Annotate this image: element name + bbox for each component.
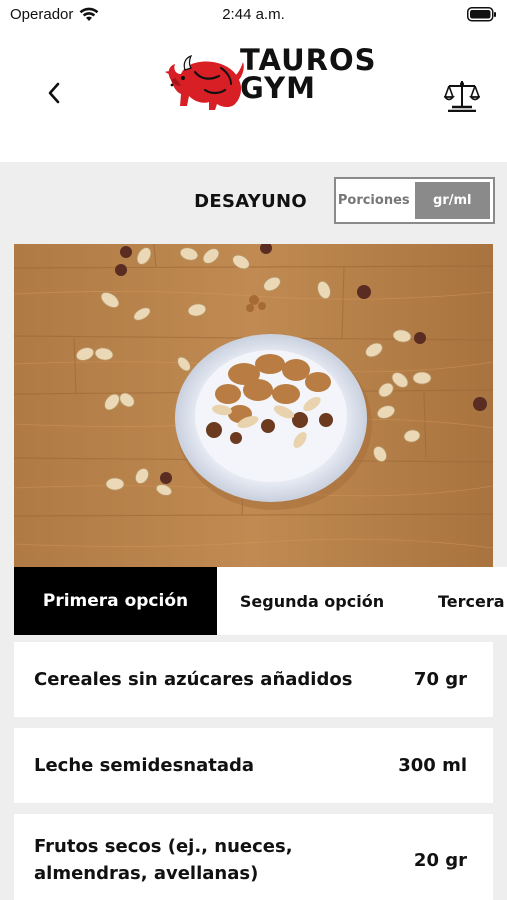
food-item-name: Cereales sin azúcares añadidos <box>34 669 353 690</box>
tauros-gym-logo: TAUROS GYM <box>165 42 376 122</box>
logo-line-gym: GYM <box>240 71 317 105</box>
scale-button[interactable] <box>443 78 481 113</box>
status-bar: Operador 2:44 a.m. <box>0 0 507 32</box>
status-time: 2:44 a.m. <box>222 6 285 23</box>
battery-icon <box>467 7 497 26</box>
food-item-name: Leche semidesnatada <box>34 755 255 776</box>
meal-content: DESAYUNO Porciones gr/ml Primera opción … <box>0 162 507 900</box>
balance-scale-icon <box>443 81 481 113</box>
meal-title: DESAYUNO <box>194 191 307 212</box>
bull-icon <box>165 54 244 110</box>
food-item: Leche semidesnatada 300 ml <box>14 728 493 803</box>
unit-toggle[interactable]: Porciones gr/ml <box>334 177 495 224</box>
logo-line-tauros: TAUROS <box>240 43 377 77</box>
breakfast-photo <box>14 244 493 567</box>
chevron-left-icon <box>48 82 60 104</box>
logo-text: TAUROS GYM <box>240 43 377 105</box>
food-item-quantity: 20 gr <box>413 849 467 871</box>
food-item: Frutos secos (ej., nueces, almendras, av… <box>14 814 493 900</box>
option-tabs: Primera opción Segunda opción Tercera op… <box>14 567 507 635</box>
tab-primera-opcion[interactable]: Primera opción <box>14 567 217 635</box>
food-item-quantity: 300 ml <box>398 755 467 776</box>
back-button[interactable] <box>40 76 68 110</box>
food-item-quantity: 70 gr <box>413 669 467 690</box>
tab-segunda-opcion[interactable]: Segunda opción <box>217 567 407 635</box>
food-item: Cereales sin azúcares añadidos 70 gr <box>14 642 493 717</box>
nav-bar: TAUROS GYM <box>0 32 507 162</box>
toggle-porciones[interactable]: Porciones <box>336 179 412 222</box>
meal-header: DESAYUNO Porciones gr/ml <box>0 176 507 226</box>
toggle-gr-ml[interactable]: gr/ml <box>411 179 493 222</box>
food-item-name: Frutos secos (ej., nueces, almendras, av… <box>34 836 293 884</box>
tab-tercera-opcion[interactable]: Tercera opción <box>407 567 507 635</box>
